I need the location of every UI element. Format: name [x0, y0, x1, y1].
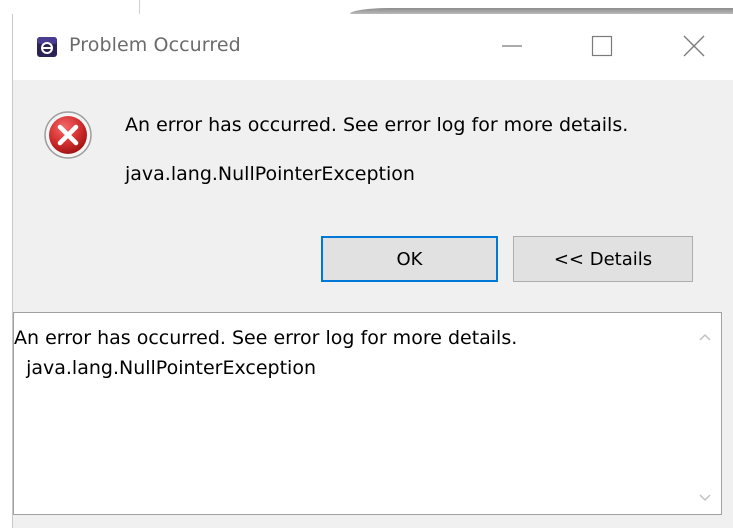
scroll-up-arrow-icon[interactable] — [689, 321, 721, 353]
details-text: An error has occurred. See error log for… — [14, 327, 518, 379]
exception-name: java.lang.NullPointerException — [125, 163, 415, 185]
ok-button[interactable]: OK — [321, 236, 498, 282]
minimize-icon — [502, 45, 522, 47]
background-divider — [139, 0, 140, 14]
close-button[interactable] — [653, 14, 733, 80]
details-scrollbar[interactable] — [689, 313, 721, 514]
details-text-area[interactable]: An error has occurred. See error log for… — [13, 312, 722, 515]
problem-dialog: Problem Occurred An error has occurred. … — [12, 14, 733, 528]
details-button[interactable]: << Details — [513, 236, 693, 282]
close-icon — [683, 35, 705, 57]
error-icon — [43, 110, 93, 160]
error-message: An error has occurred. See error log for… — [125, 114, 629, 136]
maximize-icon — [591, 35, 613, 57]
window-title: Problem Occurred — [69, 34, 241, 56]
maximize-button[interactable] — [562, 14, 642, 80]
eclipse-app-icon — [36, 36, 58, 58]
title-bar[interactable]: Problem Occurred — [13, 14, 733, 80]
scroll-down-arrow-icon[interactable] — [689, 482, 721, 514]
minimize-button[interactable] — [472, 14, 552, 80]
